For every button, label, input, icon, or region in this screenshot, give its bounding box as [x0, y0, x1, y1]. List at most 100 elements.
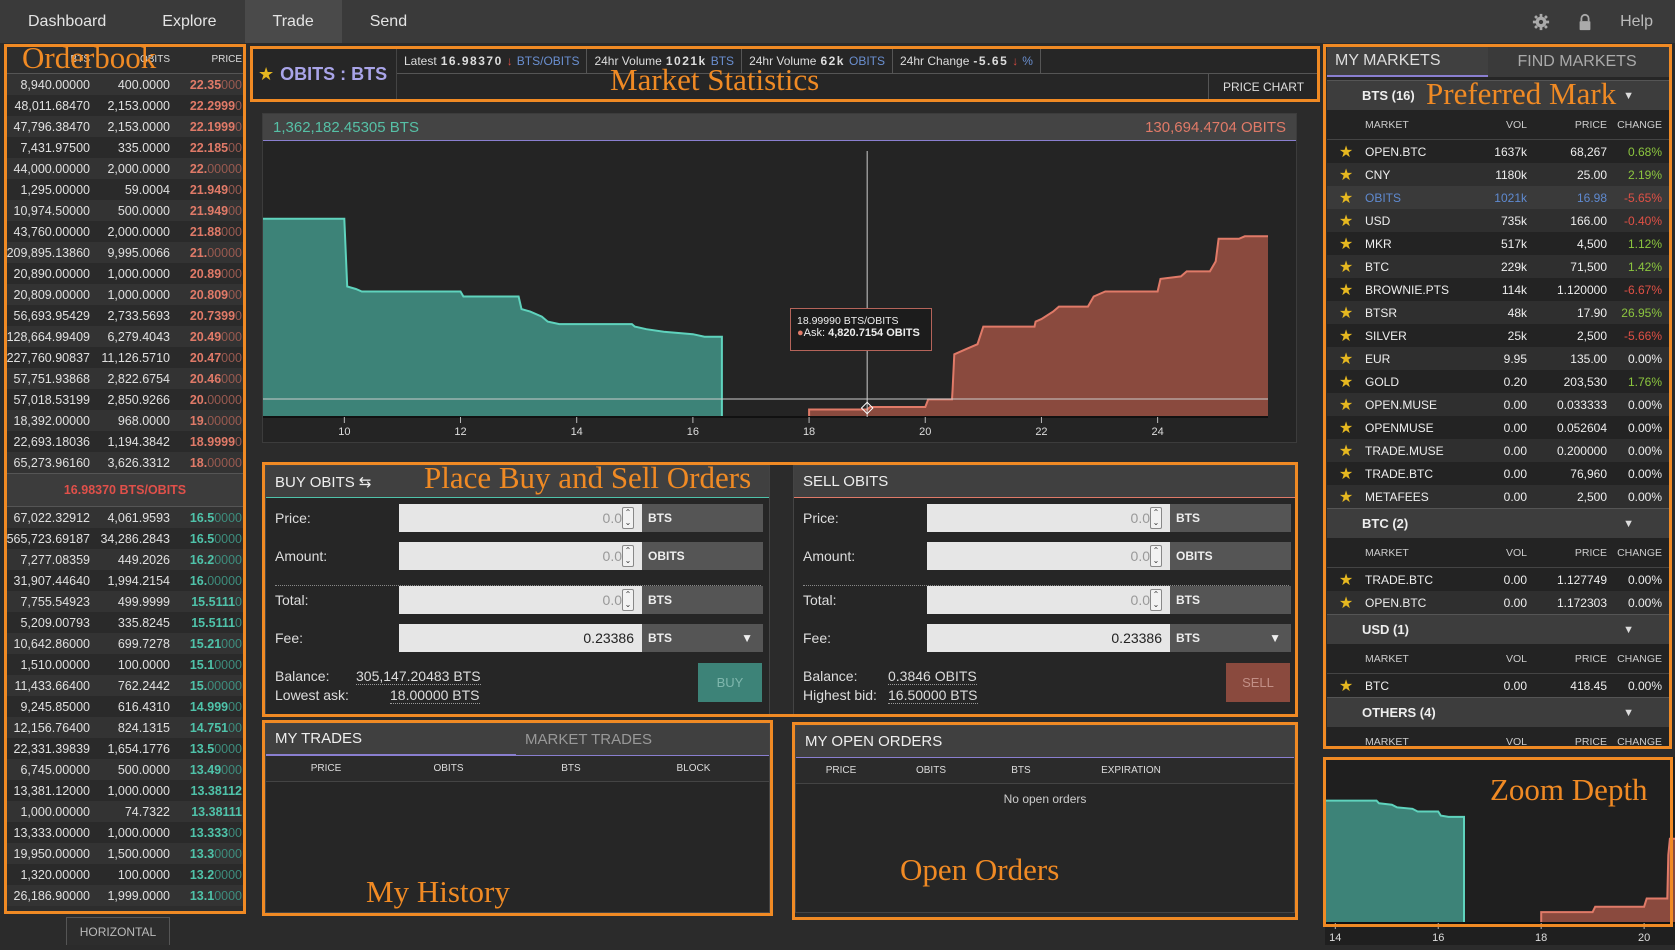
price-chart-button[interactable]: PRICE CHART: [1208, 74, 1318, 100]
bid-row[interactable]: 12,156.76400 824.1315 14.75100: [6, 717, 244, 738]
market-row[interactable]: ★ BTC 0.00 418.45 0.00%: [1327, 674, 1670, 697]
ask-row[interactable]: 10,974.50000 500.0000 21.94900: [6, 200, 244, 221]
ask-row[interactable]: 1,295.00000 59.0004 21.94900: [6, 179, 244, 200]
collapse-caret-icon[interactable]: ▼: [1623, 518, 1634, 530]
market-row[interactable]: ★ GOLD 0.20 203,530 1.76%: [1327, 370, 1670, 393]
balance-value[interactable]: 0.3846 OBITS: [888, 668, 977, 685]
market-row[interactable]: ★ USD 735k 166.00 -0.40%: [1327, 209, 1670, 232]
tab-my-trades[interactable]: MY TRADES: [266, 724, 516, 756]
bid-row[interactable]: 10,642.86000 699.7278 15.21000: [6, 633, 244, 654]
bid-row[interactable]: 7,277.08359 449.2026 16.20000: [6, 549, 244, 570]
bid-row[interactable]: 26,186.90000 1,999.0000 13.10000: [6, 885, 244, 906]
zoom-depth-svg[interactable]: 14 16 18 20: [1325, 757, 1675, 945]
ask-row[interactable]: 22,693.18036 1,194.3842 18.99990: [6, 431, 244, 452]
star-icon[interactable]: ★: [258, 64, 274, 85]
amount-stepper[interactable]: ⌃ ⌄: [622, 545, 634, 567]
horizontal-layout-button[interactable]: HORIZONTAL: [66, 917, 170, 945]
fee-asset-select[interactable]: BTS ▼: [642, 624, 763, 652]
ask-row[interactable]: 65,273.96160 3,626.3312 18.00000: [6, 452, 244, 473]
ask-row[interactable]: 128,664.99409 6,279.4043 20.49000: [6, 326, 244, 347]
tab-find-markets[interactable]: FIND MARKETS: [1488, 47, 1671, 77]
sell-total-input[interactable]: 0.0: [927, 586, 1170, 614]
market-row[interactable]: ★ METAFEES 0.00 2,500 0.00%: [1327, 485, 1670, 508]
ask-row[interactable]: 8,940.00000 400.0000 22.35000: [6, 74, 244, 95]
bid-row[interactable]: 9,245.85000 616.4310 14.99900: [6, 696, 244, 717]
fee-asset-select[interactable]: BTS ▼: [1170, 624, 1291, 652]
depth-chart[interactable]: 1,362,182.45305 BTS 130,694.4704 OBITS 1…: [262, 113, 1297, 443]
bid-row[interactable]: 19,950.00000 1,500.0000 13.30000: [6, 843, 244, 864]
ask-row[interactable]: 18,392.00000 968.0000 19.00000: [6, 410, 244, 431]
ask-row[interactable]: 20,809.00000 1,000.0000 20.80900: [6, 284, 244, 305]
market-row[interactable]: ★ OPENMUSE 0.00 0.052604 0.00%: [1327, 416, 1670, 439]
star-icon[interactable]: ★: [1327, 165, 1365, 185]
buy-price-input[interactable]: 0.0: [399, 504, 642, 532]
buy-button[interactable]: BUY: [698, 663, 762, 702]
star-icon[interactable]: ★: [1327, 188, 1365, 208]
depth-chart-svg[interactable]: 10 12 14 16 18 20 22 24: [263, 141, 1296, 441]
star-icon[interactable]: ★: [1327, 234, 1365, 254]
sell-price-input[interactable]: 0.0: [927, 504, 1170, 532]
buy-amount-input[interactable]: 0.0: [399, 542, 642, 570]
sell-amount-input[interactable]: 0.0: [927, 542, 1170, 570]
star-icon[interactable]: ★: [1327, 676, 1365, 696]
market-row[interactable]: ★ BTSR 48k 17.90 26.95%: [1327, 301, 1670, 324]
market-group-header[interactable]: USD (1) ▼: [1327, 614, 1670, 644]
market-group-header[interactable]: BTS (16) ▼: [1327, 80, 1670, 110]
market-row[interactable]: ★ CNY 1180k 25.00 2.19%: [1327, 163, 1670, 186]
nav-send[interactable]: Send: [342, 0, 435, 43]
market-row[interactable]: ★ BROWNIE.PTS 114k 1.120000 -6.67%: [1327, 278, 1670, 301]
collapse-caret-icon[interactable]: ▼: [1623, 624, 1634, 636]
price-stepper[interactable]: ⌃ ⌄: [1150, 507, 1162, 529]
market-row[interactable]: ★ BTC 229k 71,500 1.42%: [1327, 255, 1670, 278]
nav-dashboard[interactable]: Dashboard: [0, 0, 134, 43]
market-row[interactable]: ★ EUR 9.95 135.00 0.00%: [1327, 347, 1670, 370]
star-icon[interactable]: ★: [1327, 487, 1365, 507]
bid-row[interactable]: 1,320.00000 100.0000 13.20000: [6, 864, 244, 885]
collapse-caret-icon[interactable]: ▼: [1623, 90, 1634, 102]
market-row[interactable]: ★ OPEN.MUSE 0.00 0.033333 0.00%: [1327, 393, 1670, 416]
ask-row[interactable]: 44,000.00000 2,000.0000 22.00000: [6, 158, 244, 179]
star-icon[interactable]: ★: [1327, 418, 1365, 438]
market-row[interactable]: ★ TRADE.BTC 0.00 76,960 0.00%: [1327, 462, 1670, 485]
total-stepper[interactable]: ⌃ ⌄: [622, 589, 634, 611]
star-icon[interactable]: ★: [1327, 280, 1365, 300]
ask-row[interactable]: 43,760.00000 2,000.0000 21.88000: [6, 221, 244, 242]
nav-explore[interactable]: Explore: [134, 0, 244, 43]
help-link[interactable]: Help: [1620, 13, 1653, 31]
bid-row[interactable]: 31,907.44640 1,994.2154 16.00000: [6, 570, 244, 591]
bid-row[interactable]: 13,381.12000 1,000.0000 13.38112: [6, 780, 244, 801]
ask-row[interactable]: 209,895.13860 9,995.0066 21.00000: [6, 242, 244, 263]
market-group-header[interactable]: OTHERS (4) ▼: [1327, 697, 1670, 727]
bid-row[interactable]: 67,022.32912 4,061.9593 16.50000: [6, 507, 244, 528]
star-icon[interactable]: ★: [1327, 326, 1365, 346]
nav-trade[interactable]: Trade: [244, 0, 342, 43]
ask-row[interactable]: 227,760.90837 11,126.5710 20.47000: [6, 347, 244, 368]
tab-market-trades[interactable]: MARKET TRADES: [516, 724, 661, 756]
star-icon[interactable]: ★: [1327, 570, 1365, 590]
star-icon[interactable]: ★: [1327, 464, 1365, 484]
collapse-caret-icon[interactable]: ▼: [1623, 707, 1634, 719]
bid-row[interactable]: 13,333.00000 1,000.0000 13.33300: [6, 822, 244, 843]
star-icon[interactable]: ★: [1327, 372, 1365, 392]
market-row[interactable]: ★ OPEN.BTC 0.00 1.172303 0.00%: [1327, 591, 1670, 614]
bid-row[interactable]: 1,510.00000 100.0000 15.10000: [6, 654, 244, 675]
highest-bid-value[interactable]: 16.50000 BTS: [888, 687, 978, 704]
star-icon[interactable]: ★: [1327, 349, 1365, 369]
star-icon[interactable]: ★: [1327, 395, 1365, 415]
lock-icon[interactable]: [1576, 13, 1594, 31]
gear-icon[interactable]: [1532, 13, 1550, 31]
star-icon[interactable]: ★: [1327, 303, 1365, 323]
market-row[interactable]: ★ OPEN.BTC 1637k 68,267 0.68%: [1327, 140, 1670, 163]
sell-fee-input[interactable]: 0.23386: [927, 624, 1170, 652]
bid-row[interactable]: 7,755.54923 499.9999 15.51110: [6, 591, 244, 612]
market-group-header[interactable]: BTC (2) ▼: [1327, 508, 1670, 538]
buy-fee-input[interactable]: 0.23386: [399, 624, 642, 652]
ask-row[interactable]: 56,693.95429 2,733.5693 20.73990: [6, 305, 244, 326]
bid-row[interactable]: 5,209.00793 335.8245 15.51110: [6, 612, 244, 633]
ask-row[interactable]: 20,890.00000 1,000.0000 20.89000: [6, 263, 244, 284]
market-row[interactable]: ★ SILVER 25k 2,500 -5.66%: [1327, 324, 1670, 347]
bid-row[interactable]: 11,433.66400 762.2442 15.00000: [6, 675, 244, 696]
tab-my-markets[interactable]: MY MARKETS: [1327, 47, 1488, 77]
market-row[interactable]: ★ MKR 517k 4,500 1.12%: [1327, 232, 1670, 255]
ask-row[interactable]: 57,751.93868 2,822.6754 20.46000: [6, 368, 244, 389]
